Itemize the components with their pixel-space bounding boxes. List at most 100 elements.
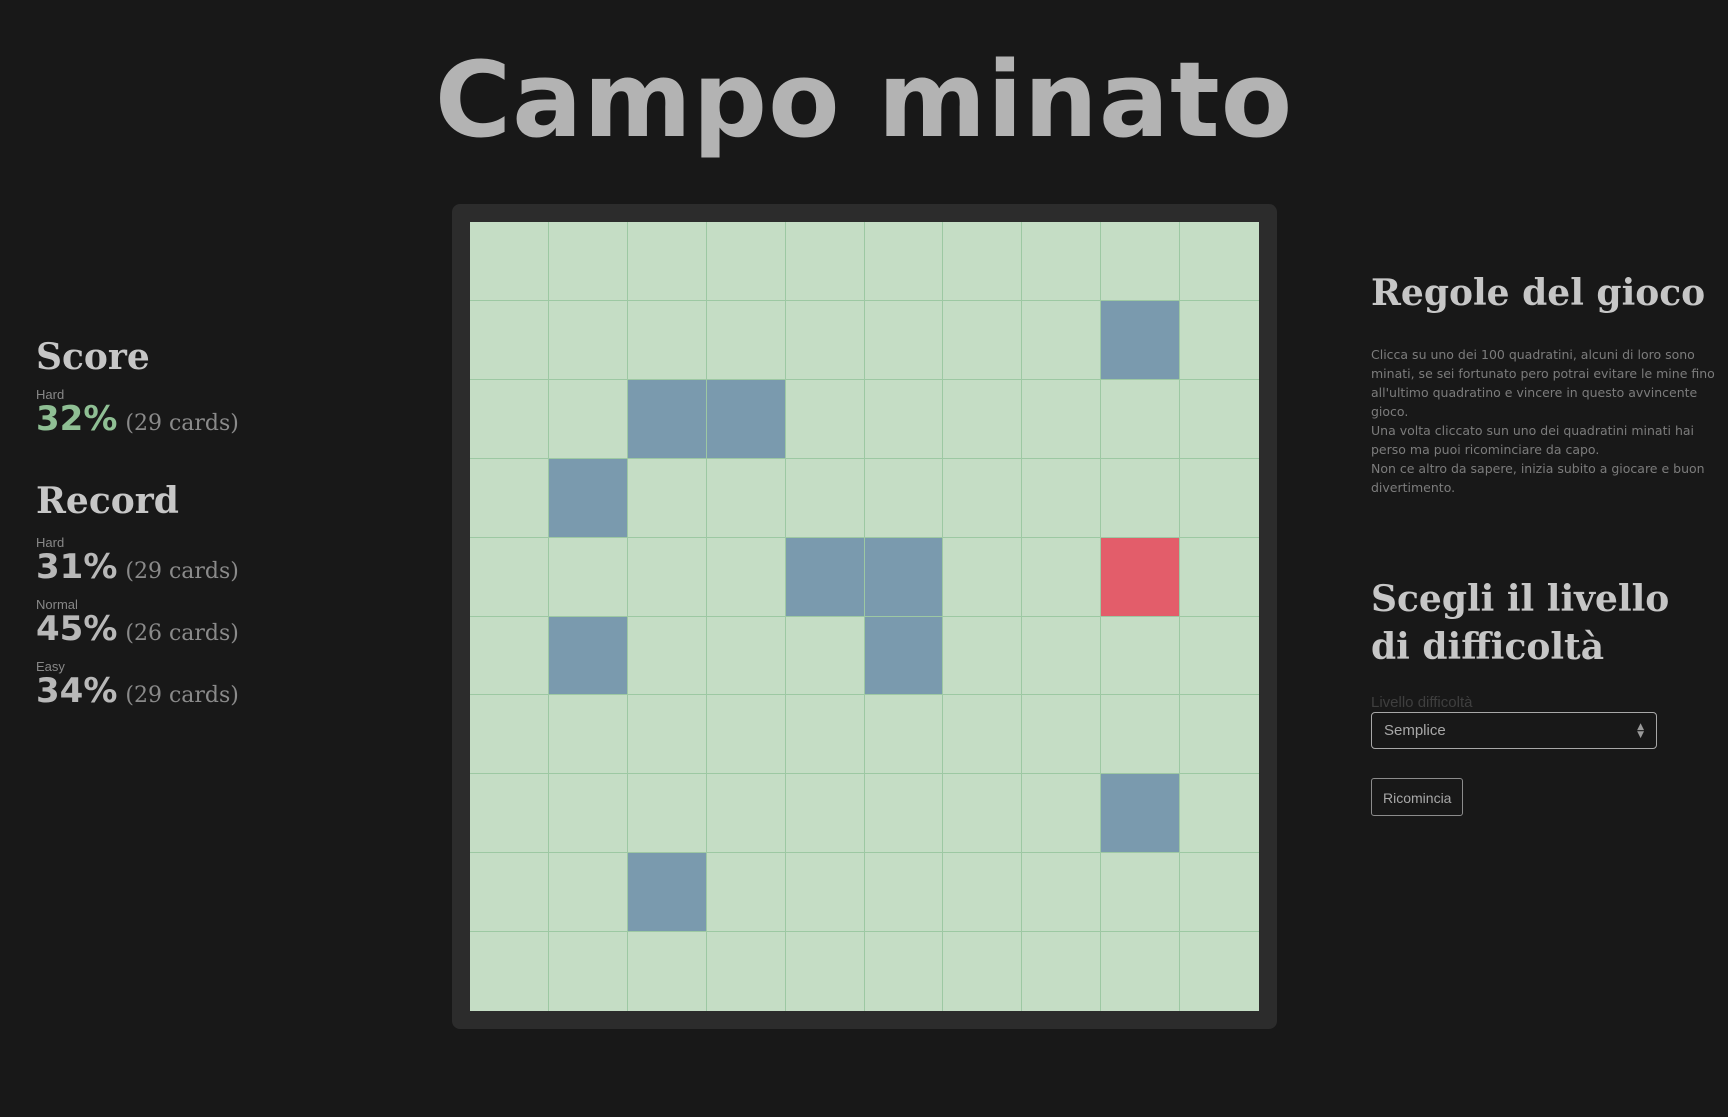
hidden-cell[interactable] xyxy=(1180,932,1259,1011)
hidden-cell[interactable] xyxy=(864,853,944,933)
revealed-cell[interactable] xyxy=(1101,774,1181,854)
hidden-cell[interactable] xyxy=(1022,774,1102,854)
hidden-cell[interactable] xyxy=(548,774,628,854)
hidden-cell[interactable] xyxy=(470,537,549,617)
hidden-cell[interactable] xyxy=(470,774,549,854)
hidden-cell[interactable] xyxy=(943,379,1023,459)
hidden-cell[interactable] xyxy=(1101,379,1181,459)
hidden-cell[interactable] xyxy=(1022,616,1102,696)
hidden-cell[interactable] xyxy=(943,300,1023,380)
hidden-cell[interactable] xyxy=(1180,774,1259,854)
hidden-cell[interactable] xyxy=(470,616,549,696)
hidden-cell[interactable] xyxy=(943,537,1023,617)
hidden-cell[interactable] xyxy=(1180,616,1259,696)
hidden-cell[interactable] xyxy=(943,695,1023,775)
revealed-cell[interactable] xyxy=(627,853,707,933)
hidden-cell[interactable] xyxy=(864,932,944,1011)
hidden-cell[interactable] xyxy=(785,300,865,380)
hidden-cell[interactable] xyxy=(864,695,944,775)
hidden-cell[interactable] xyxy=(548,932,628,1011)
hidden-cell[interactable] xyxy=(943,853,1023,933)
hidden-cell[interactable] xyxy=(785,932,865,1011)
hidden-cell[interactable] xyxy=(627,932,707,1011)
hidden-cell[interactable] xyxy=(785,458,865,538)
hidden-cell[interactable] xyxy=(1022,379,1102,459)
hidden-cell[interactable] xyxy=(1101,222,1181,301)
revealed-cell[interactable] xyxy=(548,616,628,696)
hidden-cell[interactable] xyxy=(864,774,944,854)
hidden-cell[interactable] xyxy=(1022,458,1102,538)
mine-cell[interactable] xyxy=(1101,537,1181,617)
hidden-cell[interactable] xyxy=(1180,458,1259,538)
hidden-cell[interactable] xyxy=(1180,537,1259,617)
hidden-cell[interactable] xyxy=(864,379,944,459)
hidden-cell[interactable] xyxy=(627,458,707,538)
hidden-cell[interactable] xyxy=(470,222,549,301)
hidden-cell[interactable] xyxy=(1101,932,1181,1011)
hidden-cell[interactable] xyxy=(627,537,707,617)
hidden-cell[interactable] xyxy=(1101,695,1181,775)
hidden-cell[interactable] xyxy=(1180,695,1259,775)
hidden-cell[interactable] xyxy=(943,932,1023,1011)
hidden-cell[interactable] xyxy=(470,379,549,459)
hidden-cell[interactable] xyxy=(470,458,549,538)
hidden-cell[interactable] xyxy=(785,853,865,933)
hidden-cell[interactable] xyxy=(548,537,628,617)
hidden-cell[interactable] xyxy=(1022,300,1102,380)
hidden-cell[interactable] xyxy=(1101,616,1181,696)
hidden-cell[interactable] xyxy=(548,222,628,301)
hidden-cell[interactable] xyxy=(706,774,786,854)
hidden-cell[interactable] xyxy=(706,458,786,538)
hidden-cell[interactable] xyxy=(627,222,707,301)
hidden-cell[interactable] xyxy=(706,695,786,775)
hidden-cell[interactable] xyxy=(706,537,786,617)
hidden-cell[interactable] xyxy=(864,222,944,301)
hidden-cell[interactable] xyxy=(864,458,944,538)
hidden-cell[interactable] xyxy=(785,616,865,696)
hidden-cell[interactable] xyxy=(943,458,1023,538)
hidden-cell[interactable] xyxy=(785,222,865,301)
revealed-cell[interactable] xyxy=(627,379,707,459)
hidden-cell[interactable] xyxy=(1022,853,1102,933)
hidden-cell[interactable] xyxy=(470,853,549,933)
hidden-cell[interactable] xyxy=(1022,222,1102,301)
hidden-cell[interactable] xyxy=(785,695,865,775)
hidden-cell[interactable] xyxy=(627,774,707,854)
hidden-cell[interactable] xyxy=(706,932,786,1011)
revealed-cell[interactable] xyxy=(1101,300,1181,380)
hidden-cell[interactable] xyxy=(1022,932,1102,1011)
hidden-cell[interactable] xyxy=(943,616,1023,696)
hidden-cell[interactable] xyxy=(864,300,944,380)
hidden-cell[interactable] xyxy=(1180,379,1259,459)
hidden-cell[interactable] xyxy=(785,379,865,459)
hidden-cell[interactable] xyxy=(548,695,628,775)
hidden-cell[interactable] xyxy=(470,300,549,380)
restart-button[interactable]: Ricomincia xyxy=(1371,778,1464,817)
hidden-cell[interactable] xyxy=(627,616,707,696)
hidden-cell[interactable] xyxy=(1180,300,1259,380)
revealed-cell[interactable] xyxy=(864,616,944,696)
hidden-cell[interactable] xyxy=(706,222,786,301)
hidden-cell[interactable] xyxy=(943,774,1023,854)
hidden-cell[interactable] xyxy=(1101,458,1181,538)
hidden-cell[interactable] xyxy=(706,616,786,696)
hidden-cell[interactable] xyxy=(1180,853,1259,933)
hidden-cell[interactable] xyxy=(943,222,1023,301)
hidden-cell[interactable] xyxy=(548,853,628,933)
revealed-cell[interactable] xyxy=(706,379,786,459)
hidden-cell[interactable] xyxy=(706,853,786,933)
hidden-cell[interactable] xyxy=(548,379,628,459)
hidden-cell[interactable] xyxy=(627,695,707,775)
hidden-cell[interactable] xyxy=(1101,853,1181,933)
hidden-cell[interactable] xyxy=(1022,695,1102,775)
hidden-cell[interactable] xyxy=(706,300,786,380)
hidden-cell[interactable] xyxy=(470,932,549,1011)
revealed-cell[interactable] xyxy=(785,537,865,617)
difficulty-select[interactable]: Semplice ▲ ▼ xyxy=(1371,712,1657,750)
hidden-cell[interactable] xyxy=(548,300,628,380)
hidden-cell[interactable] xyxy=(1022,537,1102,617)
hidden-cell[interactable] xyxy=(470,695,549,775)
hidden-cell[interactable] xyxy=(785,774,865,854)
revealed-cell[interactable] xyxy=(864,537,944,617)
hidden-cell[interactable] xyxy=(1180,222,1259,301)
